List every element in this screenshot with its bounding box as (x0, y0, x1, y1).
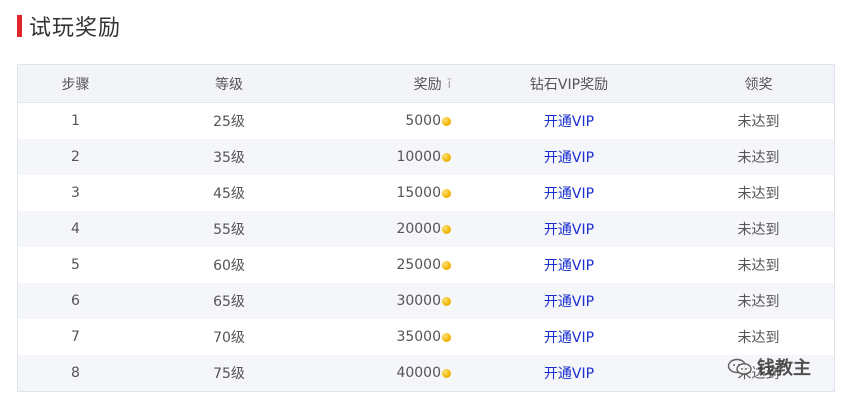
step-cell: 3 (71, 185, 80, 201)
section-header: 试玩奖励 (17, 10, 121, 42)
level-cell: 75级 (213, 366, 245, 382)
gold-coin-icon (442, 188, 451, 198)
level-cell: 65级 (213, 294, 245, 310)
open-vip-link[interactable]: 开通VIP (544, 294, 594, 310)
vip-cell: 开通VIP (455, 147, 683, 167)
header-step: 步骤 (61, 76, 90, 93)
header-reward: 奖励 ī (325, 74, 455, 94)
step-cell: 2 (71, 149, 80, 165)
reward-amount: 10000 (396, 149, 441, 165)
reward-amount: 30000 (396, 293, 441, 309)
section-title: 试玩奖励 (29, 16, 122, 41)
reward-table: 步骤 等级 奖励 ī 钻石VIP奖励 领奖 1 25级 5000 开通VIP 未… (17, 64, 835, 392)
reward-cell: 25000 (325, 257, 455, 273)
gold-coin-icon (442, 224, 451, 234)
step-cell: 1 (71, 113, 80, 129)
vip-cell: 开通VIP (455, 255, 683, 275)
open-vip-link[interactable]: 开通VIP (544, 330, 594, 346)
header-vip-reward: 钻石VIP奖励 (529, 76, 609, 93)
level-cell: 35级 (213, 150, 245, 166)
header-claim: 领奖 (744, 76, 773, 93)
table-row: 5 60级 25000 开通VIP 未达到 (18, 247, 834, 283)
reward-cell: 40000 (325, 365, 455, 381)
vip-cell: 开通VIP (455, 363, 683, 383)
table-row: 2 35级 10000 开通VIP 未达到 (18, 139, 834, 175)
reward-amount: 35000 (396, 329, 441, 345)
open-vip-link[interactable]: 开通VIP (544, 258, 594, 274)
level-cell: 55级 (213, 222, 245, 238)
table-row: 7 70级 35000 开通VIP 未达到 (18, 319, 834, 355)
open-vip-link[interactable]: 开通VIP (544, 114, 594, 130)
watermark-text: 钱教主 (757, 358, 811, 379)
claim-status: 未达到 (737, 114, 780, 130)
watermark: 钱教主 (727, 354, 811, 380)
header-level: 等级 (215, 76, 243, 93)
reward-cell: 5000 (325, 113, 455, 129)
header-reward-tail: ī (447, 76, 451, 91)
gold-coin-icon (442, 260, 451, 270)
step-cell: 4 (71, 221, 80, 237)
claim-status: 未达到 (737, 222, 780, 238)
claim-status: 未达到 (737, 330, 780, 346)
vip-cell: 开通VIP (455, 111, 683, 131)
gold-coin-icon (442, 116, 451, 126)
reward-cell: 30000 (325, 293, 455, 309)
table-row: 8 75级 40000 开通VIP 未达到 (18, 355, 834, 391)
table-row: 6 65级 30000 开通VIP 未达到 (18, 283, 834, 319)
table-header-row: 步骤 等级 奖励 ī 钻石VIP奖励 领奖 (18, 65, 834, 103)
table-row: 1 25级 5000 开通VIP 未达到 (18, 103, 834, 139)
level-cell: 45级 (213, 186, 245, 202)
level-cell: 70级 (213, 330, 245, 346)
claim-status: 未达到 (737, 186, 780, 202)
reward-cell: 15000 (325, 185, 455, 201)
open-vip-link[interactable]: 开通VIP (544, 186, 594, 202)
vip-cell: 开通VIP (455, 291, 683, 311)
table-row: 4 55级 20000 开通VIP 未达到 (18, 211, 834, 247)
page: 试玩奖励 步骤 等级 奖励 ī 钻石VIP奖励 领奖 1 25级 5000 开通… (0, 0, 853, 402)
step-cell: 6 (71, 293, 80, 309)
vip-cell: 开通VIP (455, 183, 683, 203)
vip-cell: 开通VIP (455, 327, 683, 347)
claim-status: 未达到 (737, 150, 780, 166)
reward-amount: 15000 (396, 185, 441, 201)
table-row: 3 45级 15000 开通VIP 未达到 (18, 175, 834, 211)
reward-cell: 10000 (325, 149, 455, 165)
reward-amount: 20000 (396, 221, 441, 237)
open-vip-link[interactable]: 开通VIP (544, 150, 594, 166)
level-cell: 60级 (213, 258, 245, 274)
claim-status: 未达到 (737, 294, 780, 310)
gold-coin-icon (442, 296, 451, 306)
wechat-icon (727, 358, 752, 375)
reward-amount: 5000 (405, 113, 441, 129)
claim-status: 未达到 (737, 258, 780, 274)
header-reward-label: 奖励 (413, 76, 442, 93)
gold-coin-icon (442, 332, 451, 342)
open-vip-link[interactable]: 开通VIP (544, 366, 594, 382)
open-vip-link[interactable]: 开通VIP (544, 222, 594, 238)
reward-amount: 25000 (396, 257, 441, 273)
title-accent-bar (17, 15, 22, 37)
step-cell: 5 (71, 257, 80, 273)
reward-cell: 35000 (325, 329, 455, 345)
reward-cell: 20000 (325, 221, 455, 237)
gold-coin-icon (442, 368, 451, 378)
step-cell: 7 (71, 329, 80, 345)
level-cell: 25级 (213, 114, 245, 130)
reward-amount: 40000 (396, 365, 441, 381)
gold-coin-icon (442, 152, 451, 162)
step-cell: 8 (71, 365, 80, 381)
vip-cell: 开通VIP (455, 219, 683, 239)
